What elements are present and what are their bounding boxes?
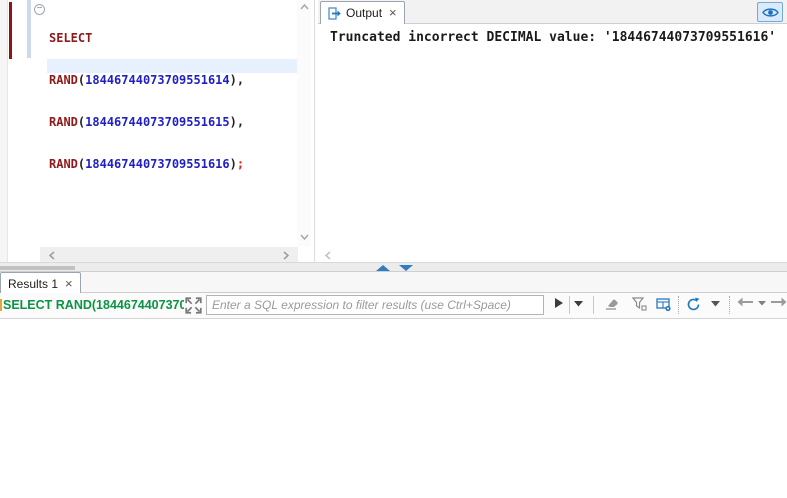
- code-line: RAND(18446744073709551614),: [49, 73, 245, 87]
- eye-icon: [761, 7, 779, 17]
- refresh-icon: [687, 297, 700, 311]
- scroll-up-icon[interactable]: [300, 4, 309, 10]
- refresh-dropdown[interactable]: [711, 301, 720, 307]
- arrow-left-icon: [737, 297, 753, 307]
- eye-toggle-button[interactable]: [757, 2, 783, 22]
- code-fold-toggle-icon[interactable]: −: [34, 4, 45, 15]
- custom-filter-button[interactable]: [632, 297, 647, 311]
- separator: [569, 296, 570, 314]
- minimize-panel-icon[interactable]: [399, 265, 413, 271]
- horizontal-scroll-thumb[interactable]: [0, 266, 75, 270]
- tab-output-label: Output: [346, 6, 383, 20]
- output-message: Truncated incorrect DECIMAL value: '1844…: [330, 30, 777, 45]
- separator: [678, 296, 679, 314]
- apply-filter-button[interactable]: [554, 297, 564, 309]
- previous-page-button[interactable]: [737, 297, 754, 307]
- play-icon: [555, 298, 563, 308]
- output-tabbar: Output ×: [318, 0, 787, 24]
- filter-history-dropdown[interactable]: [574, 301, 583, 307]
- filter-input[interactable]: [206, 295, 544, 315]
- tab-results[interactable]: Results 1 ×: [0, 272, 81, 294]
- tab-close-icon[interactable]: ×: [389, 6, 397, 19]
- chevron-down-icon: [711, 301, 720, 307]
- clear-filter-button[interactable]: [603, 297, 619, 310]
- maximize-panel-icon[interactable]: [376, 265, 390, 271]
- chevron-down-icon: [758, 301, 766, 306]
- scroll-right-icon[interactable]: [283, 251, 289, 260]
- scroll-down-icon[interactable]: [300, 234, 309, 240]
- statement-range-bar: [27, 0, 31, 58]
- tab-output[interactable]: Output ×: [320, 1, 405, 24]
- output-panel: Output × Truncated incorrect DECIMAL val…: [318, 0, 787, 262]
- scroll-left-icon[interactable]: [49, 251, 55, 260]
- editor-annotation-ruler: [0, 0, 8, 262]
- eraser-icon: [606, 299, 618, 310]
- expand-filter-icon[interactable]: [185, 297, 202, 314]
- query-status-icon: [0, 299, 2, 311]
- tab-close-icon[interactable]: ×: [65, 277, 73, 290]
- editor-horizontal-scrollbar[interactable]: [40, 247, 298, 262]
- results-panel: Results 1 × SELECT RAND(184467440737095: [0, 272, 787, 498]
- results-tabbar: [0, 272, 787, 293]
- navigation-dropdown[interactable]: [758, 301, 766, 306]
- sql-editor-panel: − SELECT RAND(18446744073709551614), RAN…: [0, 0, 312, 262]
- panel-sash[interactable]: [0, 262, 787, 272]
- sql-editor-workspace: − SELECT RAND(18446744073709551614), RAN…: [0, 0, 787, 498]
- change-indicator-bar: [9, 2, 12, 59]
- refresh-button[interactable]: [686, 297, 701, 312]
- panel-divider: [314, 0, 315, 262]
- code-line: RAND(18446744073709551615),: [49, 115, 245, 129]
- separator: [729, 296, 730, 314]
- grid-gear-icon: [656, 298, 671, 312]
- code-line: RAND(18446744073709551616);: [49, 157, 245, 171]
- separator: [593, 296, 594, 314]
- code-line: SELECT: [49, 31, 93, 45]
- output-icon: [328, 6, 341, 20]
- chevron-down-icon: [574, 301, 583, 307]
- arrow-right-icon: [771, 297, 787, 307]
- editor-vertical-scrollbar[interactable]: [297, 0, 311, 246]
- tab-results-label: Results 1: [8, 276, 59, 291]
- filter-icon: [632, 297, 647, 311]
- grid-settings-button[interactable]: [656, 297, 672, 312]
- sql-code-area[interactable]: SELECT RAND(18446744073709551614), RAND(…: [49, 3, 244, 199]
- scroll-left-icon[interactable]: [325, 251, 331, 260]
- next-page-button[interactable]: [770, 297, 787, 307]
- query-preview-text: SELECT RAND(184467440737095: [3, 298, 184, 312]
